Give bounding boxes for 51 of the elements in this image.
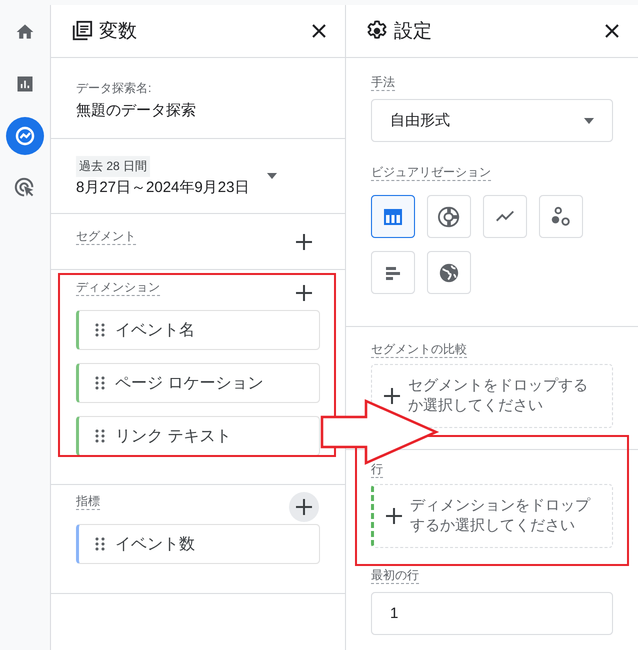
donut-chart-button[interactable]: [427, 195, 471, 238]
drag-handle-icon[interactable]: [95, 429, 105, 443]
variables-icon: [71, 20, 93, 42]
scatter-chart-button[interactable]: [539, 195, 583, 238]
drop-zone-hint: ディメンションをドロップするか選択してください: [410, 496, 592, 536]
close-icon[interactable]: [604, 23, 620, 39]
section-label: 最初の行: [371, 568, 419, 584]
dropdown-caret-icon[interactable]: [267, 173, 277, 179]
dimension-drop-zone[interactable]: ディメンションをドロップするか選択してください: [371, 484, 613, 548]
section-label: ディメンション: [76, 280, 160, 296]
date-range[interactable]: 8月27日～2024年9月23日: [76, 178, 250, 196]
add-button[interactable]: [289, 492, 319, 522]
bar-chart-button[interactable]: [371, 251, 415, 294]
date-preset-tag: 過去 28 日間: [76, 156, 150, 176]
section-label: 手法: [371, 75, 395, 91]
chip-label: ページ ロケーション: [115, 374, 264, 394]
chip-label: イベント数: [115, 534, 195, 554]
donut-chart-icon: [438, 206, 460, 228]
drag-handle-icon[interactable]: [95, 323, 105, 337]
geo-chart-button[interactable]: [427, 251, 471, 294]
drop-zone-hint: セグメントをドロップするか選択してください: [408, 376, 589, 416]
section-label: セグメントの比較: [371, 342, 467, 358]
line-chart-button[interactable]: [483, 195, 527, 238]
panel-title: 設定: [394, 20, 433, 44]
close-icon[interactable]: [311, 23, 327, 39]
add-icon: [386, 508, 402, 524]
section-label: セグメント: [76, 228, 136, 244]
add-icon[interactable]: [296, 285, 312, 301]
explore-icon[interactable]: [6, 117, 44, 155]
dimension-chip[interactable]: イベント名: [76, 310, 320, 350]
scatter-icon: [550, 206, 572, 228]
technique-select[interactable]: 自由形式: [371, 99, 613, 142]
section-label: ビジュアリゼーション: [371, 165, 491, 181]
add-icon: [384, 388, 400, 404]
section-label: 指標: [76, 494, 100, 510]
table-chart-button[interactable]: [371, 195, 415, 238]
add-icon[interactable]: [296, 234, 312, 250]
table-icon: [383, 206, 403, 226]
globe-icon: [438, 262, 460, 284]
chip-label: イベント名: [115, 320, 195, 340]
field-label: データ探索名:: [76, 80, 152, 96]
dropdown-caret-icon: [584, 118, 594, 124]
panel-title: 変数: [99, 20, 138, 44]
exploration-name[interactable]: 無題のデータ探索: [76, 100, 320, 120]
add-icon: [296, 499, 312, 515]
dimension-chip[interactable]: ページ ロケーション: [76, 363, 320, 403]
drag-handle-icon[interactable]: [95, 537, 105, 551]
metric-chip[interactable]: イベント数: [76, 524, 320, 564]
start-row-field[interactable]: 1: [371, 592, 613, 635]
chip-label: リンク テキスト: [115, 426, 232, 446]
drag-handle-icon[interactable]: [95, 376, 105, 390]
